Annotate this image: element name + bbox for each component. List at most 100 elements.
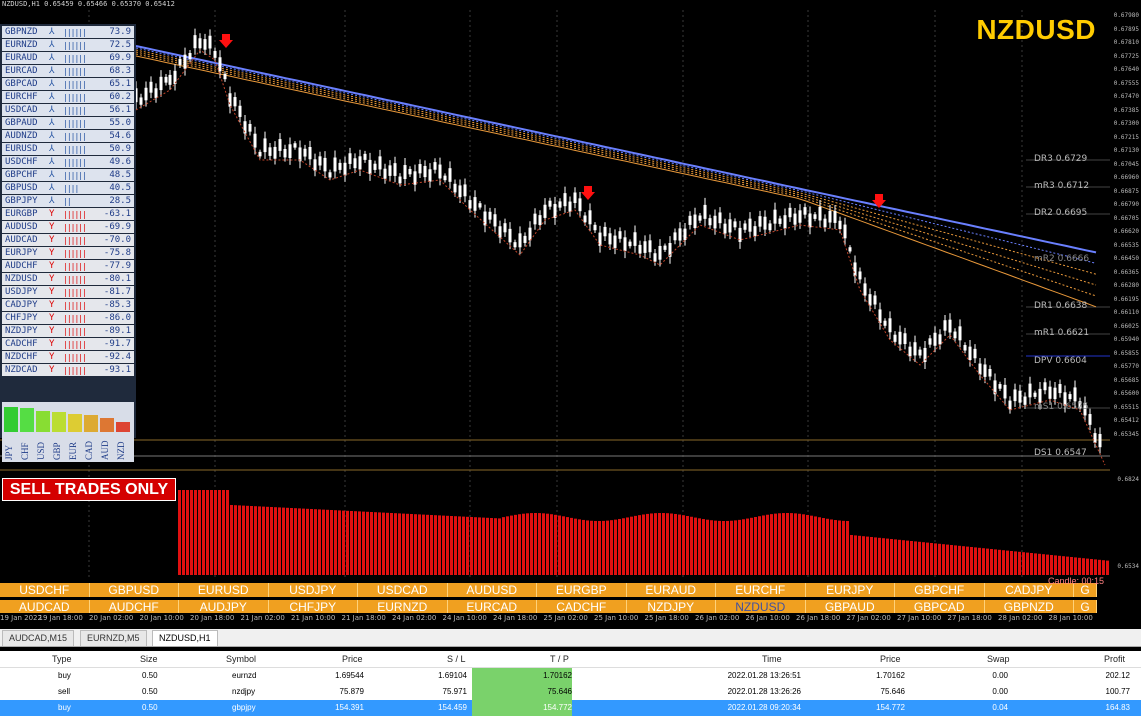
col-price[interactable]: Price (342, 654, 363, 664)
strength-row[interactable]: GBPUSD ⅄ |||| 40.5 (2, 182, 134, 194)
strength-symbol: AUDNZD (5, 131, 38, 141)
pivot-level-label: DR1 0.6638 (1034, 301, 1088, 311)
strength-row[interactable]: CADJPY Y |||||| -85.3 (2, 299, 134, 311)
strength-value: -69.9 (103, 222, 131, 232)
strength-row[interactable]: AUDUSD Y |||||| -69.9 (2, 221, 134, 233)
pair-button[interactable]: CHFJPY (268, 600, 358, 614)
pair-button[interactable]: GBPAUD (805, 600, 895, 614)
pair-button[interactable]: NZDJPY (626, 600, 716, 614)
strength-row[interactable]: EURUSD ⅄ |||||| 50.9 (2, 143, 134, 155)
col-swap[interactable]: Swap (987, 654, 1010, 664)
pair-button[interactable]: AUDCAD (0, 600, 90, 614)
histogram-bar (698, 518, 701, 575)
candle-body (458, 185, 462, 198)
pair-button[interactable]: GBPUSD (89, 583, 179, 597)
strength-row[interactable]: GBPAUD ⅄ |||||| 55.0 (2, 117, 134, 129)
candle-body (608, 233, 612, 245)
pair-button[interactable]: AUDUSD (447, 583, 537, 597)
strength-row[interactable]: AUDNZD ⅄ |||||| 54.6 (2, 130, 134, 142)
histogram-bar (318, 509, 321, 575)
col-profit[interactable]: Profit (1104, 654, 1125, 664)
time-tick: 28 Jan 02:00 (998, 614, 1043, 622)
table-row[interactable]: buy 0.50 gbpjpy 154.391 154.459 154.772 2022.0… (0, 700, 1141, 716)
currency-label: CHF (20, 442, 30, 460)
col-size[interactable]: Size (140, 654, 158, 664)
strength-value: -93.1 (103, 365, 131, 375)
col-price-current[interactable]: Price (880, 654, 901, 664)
col-symbol[interactable]: Symbol (226, 654, 256, 664)
strength-row[interactable]: AUDCAD Y |||||| -70.0 (2, 234, 134, 246)
price-tick: 0.65855 (1113, 349, 1139, 357)
pair-button[interactable]: EURCAD (447, 600, 537, 614)
cell-size: 0.50 (142, 687, 158, 696)
up-arrow-icon: ⅄ (49, 27, 55, 37)
pair-button[interactable]: EURNZD (358, 600, 448, 614)
price-tick: 0.67215 (1113, 133, 1139, 141)
candle-body (358, 156, 362, 170)
pair-button[interactable]: AUDJPY (179, 600, 269, 614)
table-row[interactable]: sell 0.50 nzdjpy 75.879 75.971 75.646 2022.01.… (0, 684, 1141, 700)
strength-row[interactable]: GBPNZD ⅄ |||||| 73.9 (2, 26, 134, 38)
strength-row[interactable]: USDCAD ⅄ |||||| 56.1 (2, 104, 134, 116)
price-tick: 0.65515 (1113, 403, 1139, 411)
strength-row[interactable]: EURNZD ⅄ |||||| 72.5 (2, 39, 134, 51)
pair-button[interactable]: GBPNZD (984, 600, 1074, 614)
histogram-bar (506, 516, 509, 575)
cell-sl: 1.69104 (438, 671, 467, 680)
pair-button[interactable]: USDCHF (0, 583, 90, 597)
table-row[interactable]: buy 0.50 eurnzd 1.69544 1.69104 1.70162 2022.0… (0, 668, 1141, 684)
chart-tab[interactable]: NZDUSD,H1 (152, 630, 218, 646)
chart-tab[interactable]: AUDCAD,M15 (2, 630, 75, 646)
time-tick: 24 Jan 18:00 (493, 614, 538, 622)
col-time[interactable]: Time (762, 654, 782, 664)
histogram-bar (186, 490, 189, 575)
histogram-bar (798, 513, 801, 575)
strength-row[interactable]: NZDCAD Y |||||| -93.1 (2, 364, 134, 376)
strength-bars-icon: |||||| (63, 92, 87, 102)
pair-button[interactable]: EURUSD (179, 583, 269, 597)
strength-row[interactable]: GBPCAD ⅄ |||||| 65.1 (2, 78, 134, 90)
histogram-bar (526, 513, 529, 575)
candle-body (338, 162, 342, 170)
strength-row[interactable]: CHFJPY Y |||||| -86.0 (2, 312, 134, 324)
chart-tab[interactable]: EURNZD,M5 (80, 630, 147, 646)
histogram-bar (214, 490, 217, 575)
pair-button[interactable]: GBPCHF (895, 583, 985, 597)
strength-row[interactable]: EURCHF ⅄ |||||| 60.2 (2, 91, 134, 103)
strength-row[interactable]: NZDCHF Y |||||| -92.4 (2, 351, 134, 363)
histogram-bar (498, 518, 501, 575)
histogram-bar (546, 513, 549, 575)
chart-window[interactable]: NZDUSD,H1 0.65459 0.65466 0.65370 0.6541… (0, 0, 1141, 614)
cell-profit: 164.83 (1105, 703, 1130, 712)
col-type[interactable]: Type (52, 654, 72, 664)
price-tick: 0.66280 (1113, 282, 1139, 289)
strength-row[interactable]: NZDJPY Y |||||| -89.1 (2, 325, 134, 337)
currency-strength-bar (116, 422, 130, 432)
pair-button[interactable]: USDJPY (268, 583, 358, 597)
strength-row[interactable]: EURCAD ⅄ |||||| 68.3 (2, 65, 134, 77)
col-tp[interactable]: T / P (550, 654, 569, 664)
pair-button[interactable]: AUDCHF (89, 600, 179, 614)
strength-row[interactable]: NZDUSD Y |||||| -80.1 (2, 273, 134, 285)
pair-button[interactable]: EURGBP (537, 583, 627, 597)
histogram-bar (594, 520, 597, 575)
strength-row[interactable]: GBPCHF ⅄ |||||| 48.5 (2, 169, 134, 181)
pair-button[interactable]: CADCHF (537, 600, 627, 614)
strength-row[interactable]: USDJPY Y |||||| -81.7 (2, 286, 134, 298)
strength-row[interactable]: AUDCHF Y |||||| -77.9 (2, 260, 134, 272)
pair-button[interactable]: GBPCAD (895, 600, 985, 614)
time-tick: 27 Jan 02:00 (846, 614, 891, 622)
strength-row[interactable]: EURGBP Y |||||| -63.1 (2, 208, 134, 220)
pair-button[interactable]: EURJPY (805, 583, 895, 597)
pair-button[interactable]: EURAUD (626, 583, 716, 597)
strength-row[interactable]: EURAUD ⅄ |||||| 69.9 (2, 52, 134, 64)
col-sl[interactable]: S / L (447, 654, 466, 664)
pair-button[interactable]: EURCHF (716, 583, 806, 597)
pair-button[interactable]: USDCAD (358, 583, 448, 597)
strength-row[interactable]: EURJPY Y |||||| -75.8 (2, 247, 134, 259)
strength-row[interactable]: CADCHF Y |||||| -91.7 (2, 338, 134, 350)
pair-button[interactable]: NZDUSD (716, 600, 806, 614)
strength-row[interactable]: GBPJPY ⅄ || 28.5 (2, 195, 134, 207)
pair-button[interactable]: G (1074, 600, 1097, 614)
strength-row[interactable]: USDCHF ⅄ |||||| 49.6 (2, 156, 134, 168)
